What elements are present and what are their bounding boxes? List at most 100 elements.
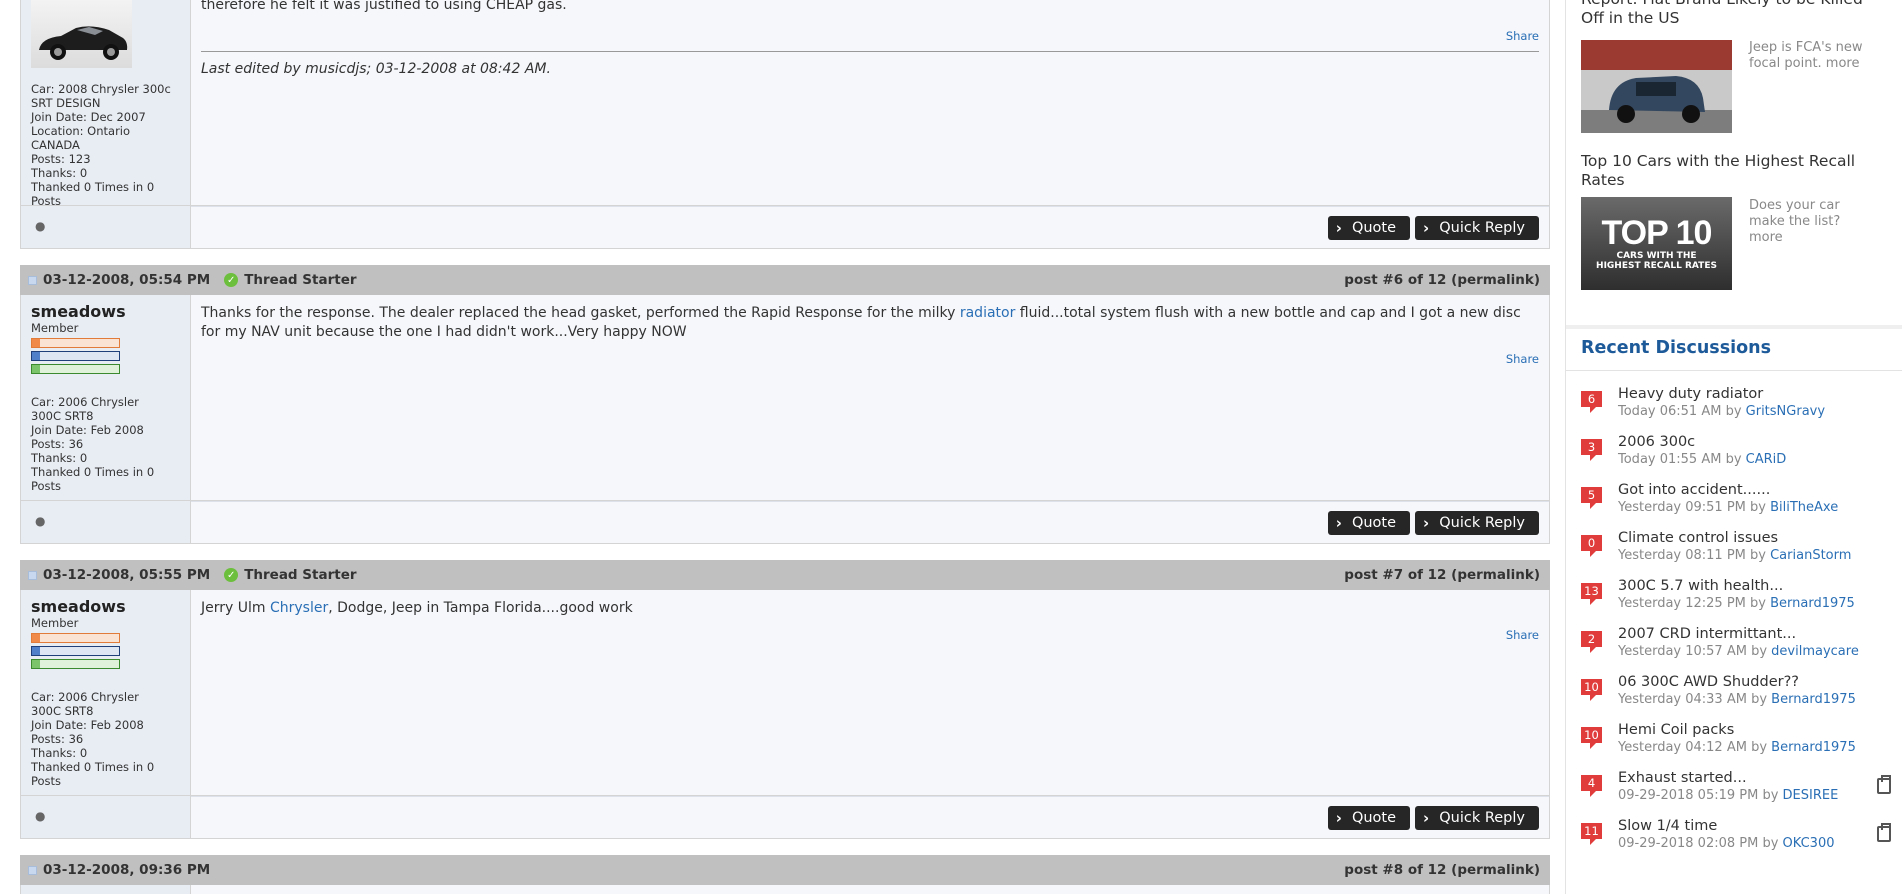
quote-button[interactable]: › Quote: [1327, 510, 1411, 535]
post-icon: [28, 275, 37, 285]
discussion-time: Yesterday 09:51 PM by: [1618, 500, 1771, 515]
discussion-title[interactable]: Exhaust started...: [1618, 770, 1747, 786]
discussion-title[interactable]: Got into accident......: [1618, 482, 1770, 498]
permalink[interactable]: post #8 of 12 (permalink): [1344, 862, 1540, 878]
quick-reply-button[interactable]: › Quick Reply: [1415, 215, 1539, 240]
post-6: smeadows Member Car: 2006 Chrysler 300C …: [20, 295, 1550, 501]
inline-link[interactable]: radiator: [960, 305, 1016, 321]
user-detail: Join Date: Feb 2008: [31, 423, 144, 437]
user-detail: Car: 2006 Chrysler 300C SRT8: [31, 690, 139, 718]
reply-count-badge: 0: [1581, 535, 1602, 557]
discussion-title[interactable]: Climate control issues: [1618, 530, 1778, 546]
article-thumbnail[interactable]: [1581, 40, 1732, 133]
discussion-item[interactable]: 10 06 300C AWD Shudder?? Yesterday 04:33 A…: [1581, 674, 1891, 718]
discussion-title[interactable]: Slow 1/4 time: [1618, 818, 1717, 834]
share-link[interactable]: Share: [1506, 27, 1539, 46]
discussion-item[interactable]: 11 Slow 1/4 time 09-29-2018 02:08 PM by OK…: [1581, 818, 1891, 862]
article-title[interactable]: Top 10 Cars with the Highest Recall Rate…: [1581, 152, 1881, 190]
post-6-header: 03-12-2008, 05:54 PM ✓ Thread Starter po…: [20, 265, 1550, 295]
discussion-author[interactable]: devilmaycare: [1771, 644, 1859, 659]
discussion-author[interactable]: CarianStorm: [1770, 548, 1851, 563]
quick-reply-button[interactable]: › Quick Reply: [1415, 510, 1539, 535]
checkmark-icon: ✓: [224, 568, 239, 582]
discussion-author[interactable]: Bernard1975: [1770, 596, 1855, 611]
discussion-author[interactable]: CARiD: [1746, 452, 1787, 467]
thumbnail-caption: CARS WITH THE: [1616, 251, 1697, 261]
discussion-title[interactable]: 300C 5.7 with health...: [1618, 578, 1783, 594]
post-8: [20, 885, 1550, 894]
post-5-content: therefore he felt it was justified to us…: [191, 0, 1549, 205]
online-status-icon: ●: [35, 809, 46, 823]
quote-button[interactable]: › Quote: [1327, 215, 1411, 240]
discussion-author[interactable]: BiliTheAxe: [1770, 500, 1838, 515]
thread-starter-badge: Thread Starter: [244, 567, 357, 583]
article-thumbnail[interactable]: TOP 10 CARS WITH THE HIGHEST RECALL RATE…: [1581, 197, 1732, 290]
username[interactable]: smeadows: [31, 303, 180, 321]
discussion-author[interactable]: GritsNGravy: [1746, 404, 1825, 419]
discussion-item[interactable]: 5 Got into accident...... Yesterday 09:51 …: [1581, 482, 1891, 526]
quote-label: Quote: [1351, 514, 1397, 531]
user-detail: Thanks: 0: [31, 451, 88, 465]
article-title[interactable]: Report: Fiat Brand Likely to be Killed O…: [1581, 0, 1881, 28]
quick-reply-button[interactable]: › Quick Reply: [1415, 805, 1539, 830]
discussion-meta: Yesterday 08:11 PM by CarianStorm: [1618, 548, 1851, 563]
article-description: Does your car make the list? more: [1749, 198, 1841, 245]
discussion-time: 09-29-2018 02:08 PM by: [1618, 836, 1783, 851]
reputation-bar: [31, 633, 120, 643]
clipboard-icon[interactable]: [1877, 823, 1891, 842]
recent-divider: [1566, 370, 1902, 371]
discussion-item[interactable]: 6 Heavy duty radiator Today 06:51 AM by Gr…: [1581, 386, 1891, 430]
post-date: 03-12-2008, 05:55 PM: [43, 567, 211, 583]
discussion-title[interactable]: Hemi Coil packs: [1618, 722, 1734, 738]
post-7: smeadows Member Car: 2006 Chrysler 300C …: [20, 590, 1550, 796]
car-avatar-image: [39, 26, 128, 60]
inline-link[interactable]: Chrysler: [270, 600, 328, 616]
post-text: Thanks for the response. The dealer repl…: [201, 304, 1539, 342]
discussion-author[interactable]: Bernard1975: [1771, 692, 1856, 707]
post-text: therefore he felt it was justified to us…: [201, 0, 567, 13]
avatar[interactable]: [31, 0, 132, 68]
share-link[interactable]: Share: [1506, 626, 1539, 645]
post-5: Car: 2008 Chrysler 300c SRT DESIGN Join …: [20, 0, 1550, 208]
discussion-time: Yesterday 08:11 PM by: [1618, 548, 1771, 563]
discussion-title[interactable]: 06 300C AWD Shudder??: [1618, 674, 1799, 690]
share-link[interactable]: Share: [1506, 350, 1539, 369]
chevron-right-icon: ›: [1423, 218, 1430, 237]
user-detail: Car: 2008 Chrysler 300c SRT DESIGN: [31, 82, 171, 110]
discussion-title[interactable]: Heavy duty radiator: [1618, 386, 1763, 402]
post-5-userinfo: Car: 2008 Chrysler 300c SRT DESIGN Join …: [21, 0, 191, 208]
username[interactable]: smeadows: [31, 598, 180, 616]
chevron-right-icon: ›: [1335, 513, 1342, 532]
discussion-item[interactable]: 2 2007 CRD intermittant... Yesterday 10:57…: [1581, 626, 1891, 670]
discussion-author[interactable]: DESIREE: [1783, 788, 1839, 803]
reply-count-badge: 10: [1581, 727, 1602, 749]
reply-count-badge: 3: [1581, 439, 1602, 461]
discussion-author[interactable]: Bernard1975: [1771, 740, 1856, 755]
discussion-title[interactable]: 2006 300c: [1618, 434, 1695, 450]
discussion-author[interactable]: OKC300: [1783, 836, 1835, 851]
thumbnail-caption: HIGHEST RECALL RATES: [1596, 261, 1717, 271]
post-text-part: , Dodge, Jeep in Tampa Florida....good w…: [328, 600, 633, 616]
fiat-car-image: [1581, 40, 1732, 133]
discussion-item[interactable]: 4 Exhaust started... 09-29-2018 05:19 PM b…: [1581, 770, 1891, 814]
post-icon: [28, 570, 37, 580]
quote-button[interactable]: › Quote: [1327, 805, 1411, 830]
discussion-time: 09-29-2018 05:19 PM by: [1618, 788, 1783, 803]
post-5-footer: ● › Quote › Quick Reply: [20, 206, 1550, 249]
user-detail: Thanked 0 Times in 0 Posts: [31, 180, 155, 208]
activity-bar: [31, 646, 120, 656]
discussion-item[interactable]: 10 Hemi Coil packs Yesterday 04:12 AM by B…: [1581, 722, 1891, 766]
thread-starter-badge: Thread Starter: [244, 272, 357, 288]
sidebar: Report: Fiat Brand Likely to be Killed O…: [1565, 0, 1902, 894]
discussion-title[interactable]: 2007 CRD intermittant...: [1618, 626, 1796, 642]
discussion-item[interactable]: 13 300C 5.7 with health... Yesterday 12:25…: [1581, 578, 1891, 622]
post-icon: [28, 865, 37, 875]
discussion-item[interactable]: 0 Climate control issues Yesterday 08:11 P…: [1581, 530, 1891, 574]
discussion-item[interactable]: 3 2006 300c Today 01:55 AM by CARiD: [1581, 434, 1891, 478]
discussion-meta: Yesterday 04:12 AM by Bernard1975: [1618, 740, 1856, 755]
permalink[interactable]: post #6 of 12 (permalink): [1344, 272, 1540, 288]
permalink[interactable]: post #7 of 12 (permalink): [1344, 567, 1540, 583]
clipboard-icon[interactable]: [1877, 775, 1891, 794]
article-description: Jeep is FCA's new focal point. more: [1749, 40, 1863, 71]
post-7-userinfo: smeadows Member Car: 2006 Chrysler 300C …: [21, 590, 191, 795]
